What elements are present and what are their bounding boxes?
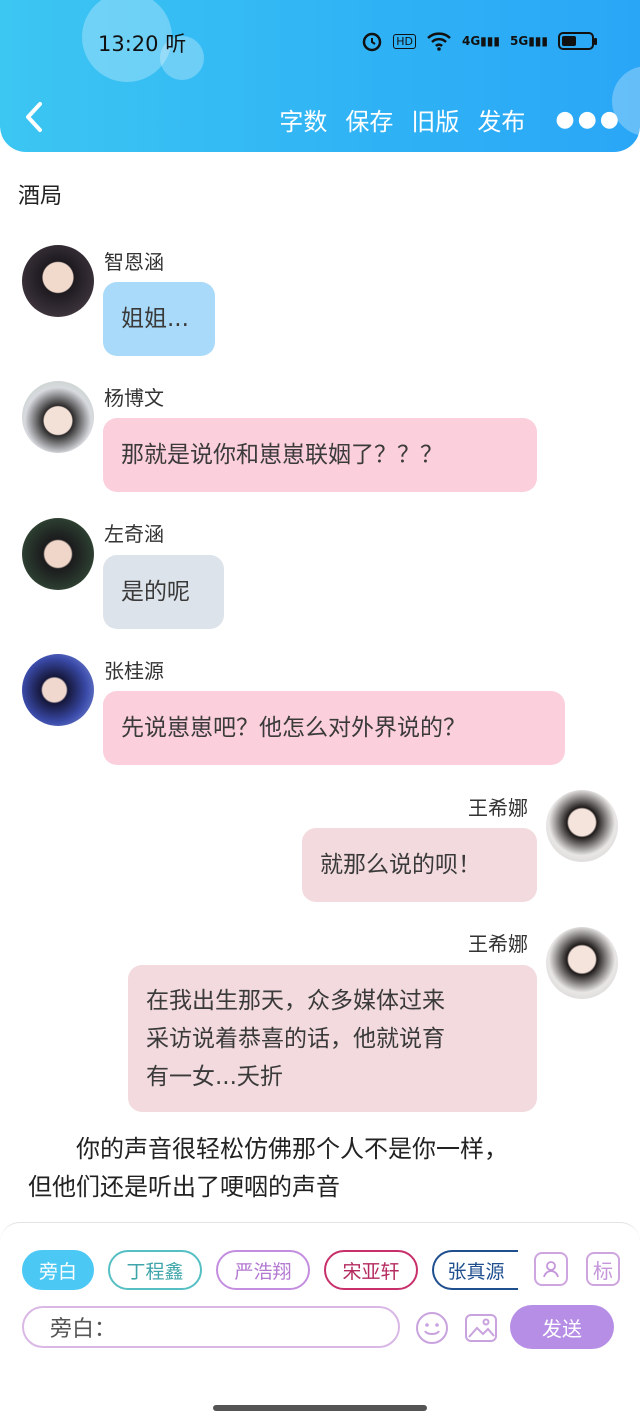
message-text: 就那么说的呗！ bbox=[320, 852, 481, 878]
sender-name: 左奇涵 bbox=[104, 522, 164, 546]
signal-5g-icon: 5G▮▮▮ bbox=[509, 34, 548, 48]
status-icons: HD 4G▮▮▮ 5G▮▮▮ bbox=[361, 30, 597, 52]
sender-name: 王希娜 bbox=[468, 796, 528, 820]
message-bubble[interactable]: 在我出生那天，众多媒体过来 采访说着恭喜的话，他就说育 有一女...夭折 bbox=[128, 965, 537, 1112]
message-bubble[interactable]: 先说崽崽吧？他怎么对外界说的？ bbox=[103, 691, 565, 765]
battery-icon bbox=[558, 32, 597, 50]
save-button[interactable]: 保存 bbox=[345, 102, 393, 137]
message-text: 姐姐... bbox=[121, 306, 189, 332]
image-icon[interactable] bbox=[463, 1310, 499, 1346]
message-bubble[interactable]: 是的呢 bbox=[103, 555, 224, 629]
avatar[interactable] bbox=[22, 518, 94, 590]
narration-text: 你的声音很轻松仿佛那个人不是你一样， 但他们还是听出了哽咽的声音 bbox=[28, 1130, 628, 1206]
message-text: 先说崽崽吧？他怎么对外界说的？ bbox=[121, 715, 466, 741]
message-text-line: 采访说着恭喜的话，他就说育 bbox=[146, 1025, 445, 1052]
header-actions: 字数 保存 旧版 发布 ●●● bbox=[279, 102, 622, 137]
message-text: 那就是说你和崽崽联姻了？？？ bbox=[121, 442, 443, 468]
story-title: 酒局 bbox=[18, 184, 63, 209]
sender-name: 智恩涵 bbox=[104, 250, 164, 274]
message-bubble[interactable]: 就那么说的呗！ bbox=[302, 828, 537, 902]
send-button[interactable]: 发送 bbox=[510, 1305, 614, 1349]
top-header: 13:20 听 HD 4G▮▮▮ 5G▮▮▮ 字数 保存 旧版 发布 ●●● bbox=[0, 0, 640, 152]
add-character-icon[interactable] bbox=[534, 1252, 568, 1286]
status-time: 13:20 听 bbox=[98, 32, 187, 56]
more-menu-icon[interactable]: ●●● bbox=[555, 107, 622, 132]
message-text-line: 在我出生那天，众多媒体过来 bbox=[146, 987, 445, 1014]
message-bubble[interactable]: 姐姐... bbox=[103, 282, 215, 356]
tag-icon[interactable]: 标 bbox=[586, 1252, 620, 1286]
role-chip[interactable]: 宋亚轩 bbox=[324, 1250, 418, 1290]
message-bubble[interactable]: 那就是说你和崽崽联姻了？？？ bbox=[103, 418, 537, 492]
role-chip[interactable]: 严浩翔 bbox=[216, 1250, 310, 1290]
message-text: 是的呢 bbox=[121, 579, 190, 605]
role-chip[interactable]: 张真源 bbox=[432, 1250, 518, 1290]
avatar[interactable] bbox=[22, 654, 94, 726]
sender-name: 杨博文 bbox=[104, 386, 164, 410]
old-version-button[interactable]: 旧版 bbox=[411, 102, 459, 137]
publish-button[interactable]: 发布 bbox=[477, 102, 525, 137]
signal-4g-icon: 4G▮▮▮ bbox=[461, 34, 500, 48]
message-input[interactable]: 旁白： bbox=[22, 1306, 400, 1348]
emoji-icon[interactable] bbox=[414, 1310, 450, 1346]
sender-name: 张桂源 bbox=[104, 659, 164, 683]
home-indicator[interactable] bbox=[213, 1405, 427, 1411]
avatar[interactable] bbox=[546, 790, 618, 862]
word-count-button[interactable]: 字数 bbox=[279, 102, 327, 137]
alarm-icon bbox=[362, 32, 382, 52]
wifi-icon bbox=[427, 32, 451, 51]
sender-name: 王希娜 bbox=[468, 932, 528, 956]
avatar[interactable] bbox=[22, 245, 94, 317]
hd-icon: HD bbox=[393, 33, 416, 49]
avatar[interactable] bbox=[546, 927, 618, 999]
back-arrow-icon[interactable] bbox=[22, 100, 48, 134]
role-chip-narrator[interactable]: 旁白 bbox=[22, 1250, 94, 1290]
narration-line: 你的声音很轻松仿佛那个人不是你一样， bbox=[76, 1135, 508, 1163]
role-chip[interactable]: 丁程鑫 bbox=[108, 1250, 202, 1290]
narration-line: 但他们还是听出了哽咽的声音 bbox=[28, 1173, 340, 1201]
message-text-line: 有一女...夭折 bbox=[146, 1063, 283, 1090]
avatar[interactable] bbox=[22, 381, 94, 453]
